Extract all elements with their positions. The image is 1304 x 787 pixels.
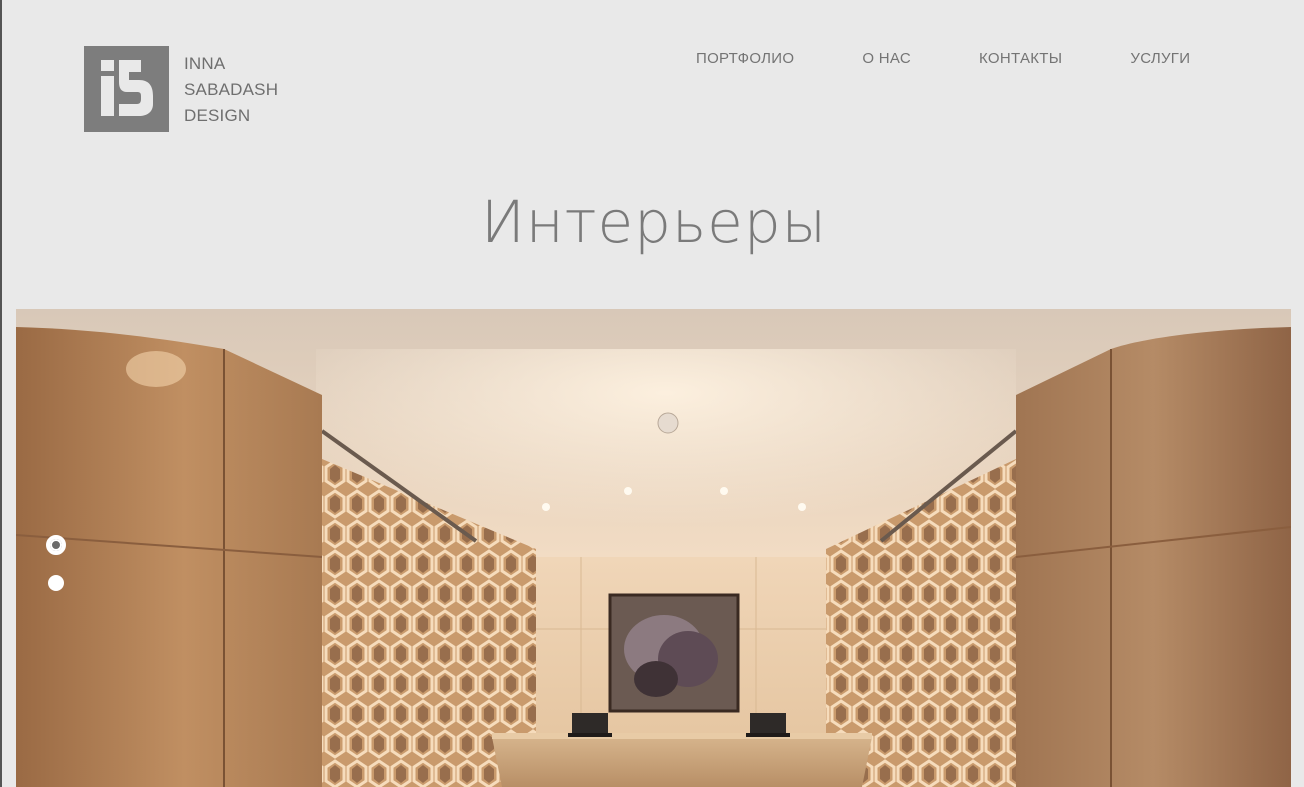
brand-name: INNA SABADASH DESIGN: [184, 51, 278, 129]
hero-slide-image: [16, 309, 1291, 787]
nav-item-portfolio[interactable]: ПОРТФОЛИО: [662, 50, 828, 68]
nav-item-contacts[interactable]: КОНТАКТЫ: [945, 50, 1096, 68]
brand-name-line: SABADASH: [184, 80, 279, 99]
slider-pagination: [46, 535, 66, 591]
is-monogram-icon: [84, 46, 169, 132]
brand-name-line: DESIGN: [184, 106, 251, 125]
page-title: Интерьеры: [480, 188, 828, 256]
slider-dot-active[interactable]: [46, 535, 66, 555]
brand-name-line: INNA: [184, 54, 226, 73]
main-nav: ПОРТФОЛИО О НАС КОНТАКТЫ УСЛУГИ: [662, 50, 1224, 68]
slider-dot[interactable]: [48, 575, 64, 591]
nav-item-services[interactable]: УСЛУГИ: [1096, 50, 1224, 68]
site-logo-link[interactable]: INNA SABADASH DESIGN: [84, 46, 278, 132]
nav-item-about[interactable]: О НАС: [828, 50, 945, 68]
hero-slider[interactable]: [16, 309, 1291, 787]
